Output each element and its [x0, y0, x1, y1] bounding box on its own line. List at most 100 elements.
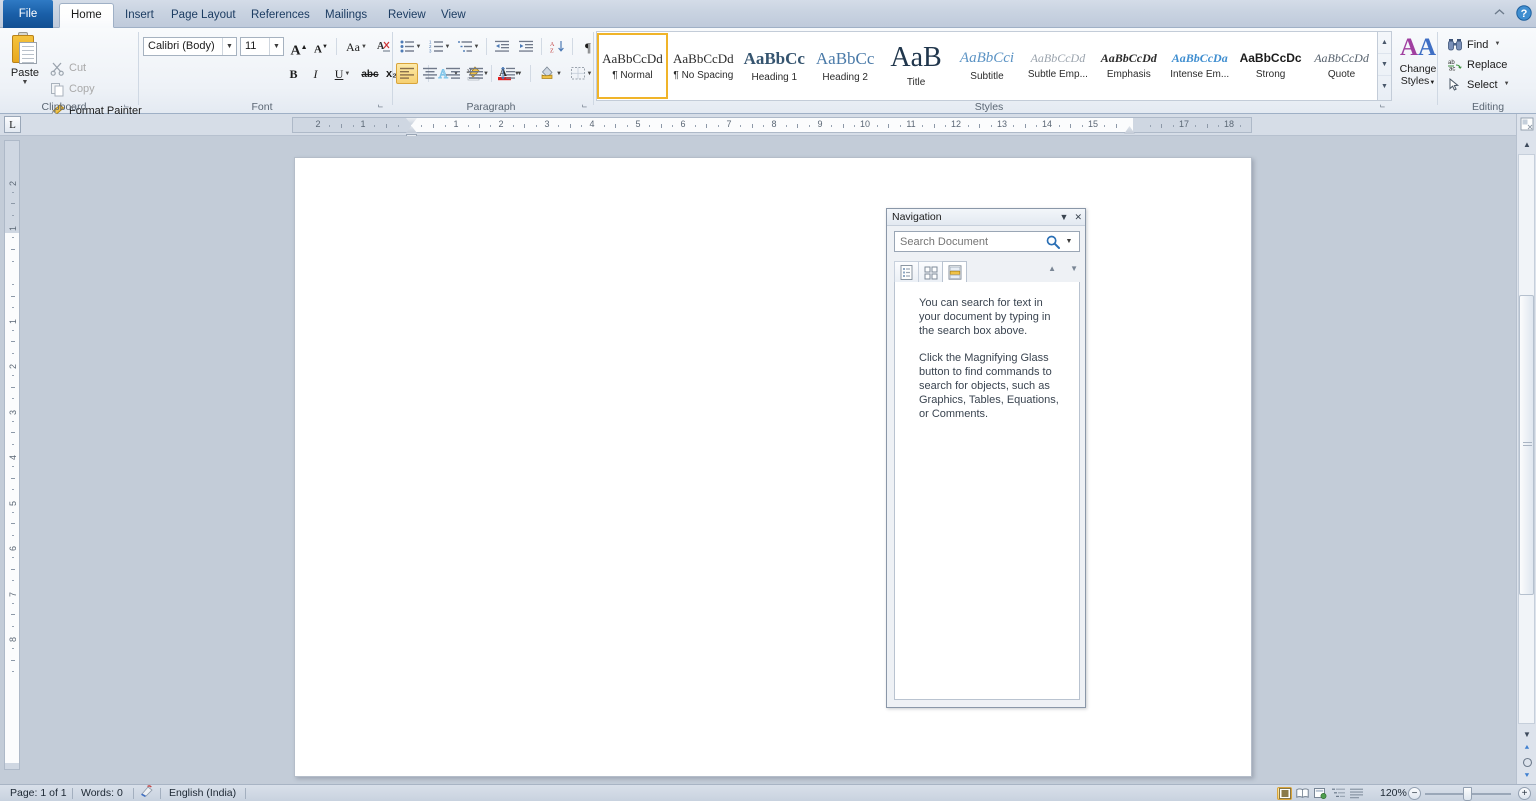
document-page[interactable]: [294, 157, 1252, 777]
minimize-ribbon-icon[interactable]: [1491, 4, 1508, 21]
browse-pages-tab[interactable]: [918, 261, 943, 283]
multilevel-list-button[interactable]: ▼: [454, 36, 482, 57]
vertical-scrollbar[interactable]: [1518, 154, 1535, 724]
print-layout-view-button[interactable]: [1277, 787, 1292, 800]
tab-review[interactable]: Review: [377, 3, 437, 28]
navigation-pane-menu-icon[interactable]: ▼: [1060, 210, 1069, 224]
vruler-number: 1: [8, 226, 18, 232]
find-button[interactable]: Find ▼: [1446, 34, 1500, 54]
borders-button[interactable]: ▼: [566, 63, 596, 84]
font-dialog-launcher[interactable]: [375, 101, 386, 112]
styles-gallery-scrollbar[interactable]: ▲ ▼ ▼: [1378, 31, 1392, 101]
line-spacing-button[interactable]: ▼: [496, 63, 526, 84]
style-item-no-spacing[interactable]: AaBbCcDd ¶ No Spacing: [668, 33, 739, 99]
next-page-button[interactable]: ⯆: [1518, 768, 1536, 784]
paragraph-dialog-launcher[interactable]: [579, 101, 590, 112]
word-count[interactable]: Words: 0: [73, 785, 131, 801]
tab-home[interactable]: Home: [59, 3, 114, 28]
navigation-pane-titlebar[interactable]: Navigation ▼ ✕: [887, 209, 1085, 226]
search-options-dropdown-icon[interactable]: ▼: [1063, 232, 1075, 251]
font-name-dropdown-icon[interactable]: ▼: [222, 38, 236, 55]
change-case-button[interactable]: Aa▼: [341, 36, 371, 57]
draft-view-button[interactable]: [1349, 787, 1364, 800]
proofing-errors-icon[interactable]: [134, 785, 161, 801]
navigation-search-box[interactable]: ▼: [894, 231, 1080, 252]
change-styles-button[interactable]: AA Change Styles▼: [1394, 32, 1442, 100]
italic-button[interactable]: I: [305, 63, 326, 84]
styles-scroll-up-button[interactable]: ▲: [1378, 32, 1391, 54]
help-icon[interactable]: ?: [1515, 4, 1532, 21]
font-size-dropdown-icon[interactable]: ▼: [269, 38, 283, 55]
style-item-normal[interactable]: AaBbCcDd ¶ Normal: [597, 33, 668, 99]
replace-button[interactable]: ab ac Replace: [1446, 54, 1508, 74]
styles-more-button[interactable]: ▼: [1378, 76, 1391, 98]
font-size-input[interactable]: 11 ▼: [240, 37, 284, 56]
zoom-out-button[interactable]: −: [1408, 787, 1421, 800]
style-item-heading-2[interactable]: AaBbCc Heading 2: [810, 33, 881, 99]
clipboard-dialog-launcher[interactable]: [121, 101, 132, 112]
styles-gallery[interactable]: AaBbCcDd ¶ Normal AaBbCcDd ¶ No Spacing …: [596, 31, 1378, 101]
change-styles-arrow[interactable]: ▼: [1429, 80, 1435, 86]
select-button[interactable]: Select ▼: [1446, 74, 1510, 94]
style-item-subtle-emphasis[interactable]: AaBbCcDd Subtle Emp...: [1022, 33, 1093, 99]
tab-page-layout[interactable]: Page Layout: [160, 3, 247, 28]
tab-references[interactable]: References: [240, 3, 321, 28]
increase-indent-button[interactable]: [515, 36, 537, 57]
bold-button[interactable]: B: [283, 63, 304, 84]
style-item-strong[interactable]: AaBbCcDc Strong: [1235, 33, 1306, 99]
find-dropdown-arrow[interactable]: ▼: [1494, 41, 1500, 47]
browse-headings-tab[interactable]: [894, 261, 919, 283]
copy-button[interactable]: Copy: [48, 80, 95, 99]
vertical-scrollbar-thumb[interactable]: [1519, 295, 1534, 595]
horizontal-ruler[interactable]: 2 1 1 2 3 4 5 6 7 8 9 10 11 12 13 14 15 …: [292, 117, 1252, 140]
language-indicator[interactable]: English (India): [161, 785, 244, 801]
search-icon[interactable]: [1046, 235, 1060, 249]
paste-dropdown-arrow[interactable]: ▼: [6, 79, 44, 87]
tab-mailings[interactable]: Mailings: [314, 3, 378, 28]
font-name-input[interactable]: Calibri (Body) ▼: [143, 37, 237, 56]
select-dropdown-arrow[interactable]: ▼: [1504, 81, 1510, 87]
sort-button[interactable]: A Z: [546, 36, 568, 57]
full-screen-reading-view-button[interactable]: [1295, 787, 1310, 800]
grow-font-button[interactable]: A▲: [288, 36, 310, 59]
align-right-button[interactable]: [442, 63, 464, 84]
browse-results-tab[interactable]: [942, 261, 967, 283]
style-item-quote[interactable]: AaBbCcDd Quote: [1306, 33, 1377, 99]
tab-stop-selector[interactable]: L: [4, 116, 21, 133]
align-center-button[interactable]: [419, 63, 441, 84]
style-item-subtitle[interactable]: AaBbCci Subtitle: [952, 33, 1023, 99]
ruler-number: 13: [996, 119, 1008, 129]
next-result-button[interactable]: ▼: [1070, 264, 1078, 273]
shading-button[interactable]: ▼: [535, 63, 565, 84]
tab-file[interactable]: File: [3, 0, 53, 28]
view-ruler-toggle-button[interactable]: [1518, 116, 1536, 132]
bullets-button[interactable]: ▼: [396, 36, 424, 57]
justify-button[interactable]: [465, 63, 487, 84]
align-left-button[interactable]: [396, 63, 418, 84]
outline-view-button[interactable]: [1331, 787, 1346, 800]
zoom-in-button[interactable]: +: [1518, 787, 1531, 800]
tab-view[interactable]: View: [430, 3, 477, 28]
style-item-intense-emphasis[interactable]: AaBbCcDa Intense Em...: [1164, 33, 1235, 99]
style-item-title[interactable]: AaB Title: [881, 33, 952, 99]
scroll-up-button[interactable]: ▲: [1518, 136, 1536, 152]
shrink-font-button[interactable]: A▼: [310, 36, 332, 57]
vertical-ruler[interactable]: 2 1 1 2 3 4 5 6 7 8: [4, 140, 20, 770]
style-item-emphasis[interactable]: AaBbCcDd Emphasis: [1093, 33, 1164, 99]
web-layout-view-button[interactable]: [1313, 787, 1328, 800]
strikethrough-button[interactable]: abc: [359, 63, 381, 84]
zoom-slider-thumb[interactable]: [1463, 787, 1472, 801]
page-info[interactable]: Page: 1 of 1: [2, 785, 75, 801]
styles-dialog-launcher[interactable]: [1377, 101, 1388, 112]
navigation-pane-close-icon[interactable]: ✕: [1074, 210, 1082, 224]
previous-result-button[interactable]: ▲: [1048, 264, 1056, 273]
decrease-indent-button[interactable]: [491, 36, 513, 57]
styles-scroll-down-button[interactable]: ▼: [1378, 54, 1391, 76]
tab-insert[interactable]: Insert: [114, 3, 165, 28]
underline-button[interactable]: U▼: [327, 63, 357, 84]
paste-button[interactable]: Paste ▼: [6, 32, 44, 100]
style-item-heading-1[interactable]: AaBbCc Heading 1: [739, 33, 810, 99]
numbering-button[interactable]: 1 2 3 ▼: [425, 36, 453, 57]
search-input[interactable]: [895, 232, 1045, 251]
cut-button[interactable]: Cut: [48, 59, 86, 78]
